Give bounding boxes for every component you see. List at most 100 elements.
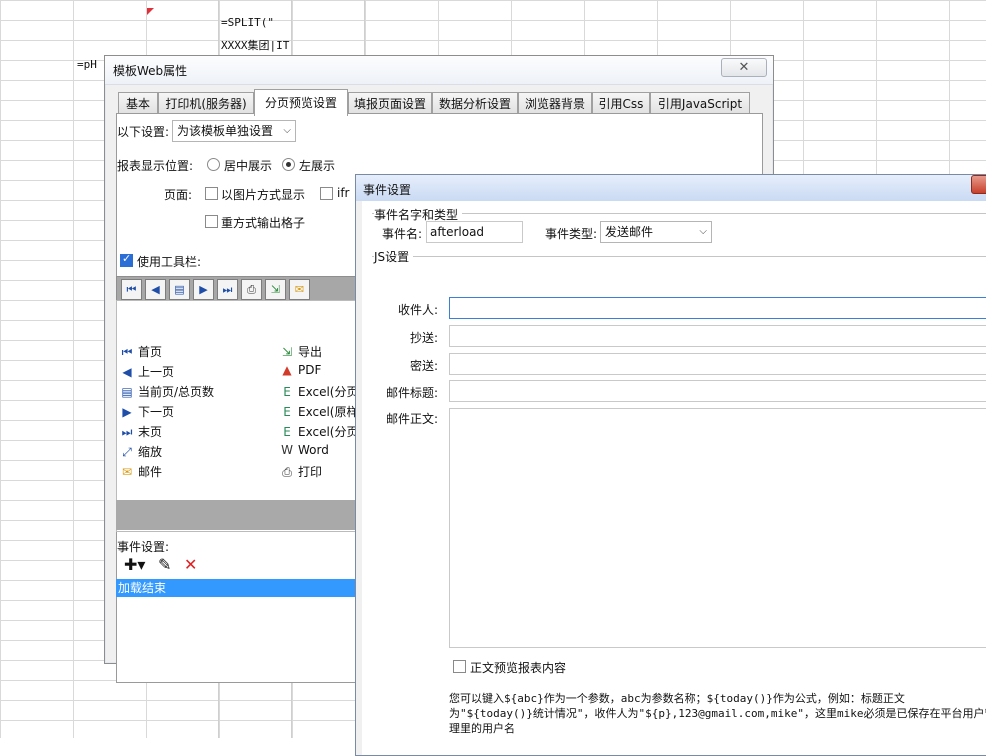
cc-input[interactable] xyxy=(449,325,986,347)
use-toolbar-checkbox[interactable] xyxy=(120,252,133,267)
list-item[interactable]: E Excel(分页 xyxy=(280,423,358,440)
page-count-icon: ▤ xyxy=(121,385,133,399)
event-list-item[interactable]: 加载结束 xyxy=(116,579,358,597)
settings-select[interactable]: 为该模板单独设置 ⌵ xyxy=(172,120,296,142)
group-title-js: JS设置 xyxy=(374,248,414,265)
iframe-label: ifr xyxy=(337,186,350,200)
radio-left-label: 左展示 xyxy=(299,159,336,173)
to-input[interactable] xyxy=(449,297,986,319)
print-icon[interactable]: ⎙ xyxy=(241,279,262,300)
mail-icon: ✉ xyxy=(121,465,133,479)
export-icon[interactable]: ⇲ xyxy=(265,279,286,300)
bcc-input[interactable] xyxy=(449,353,986,375)
list-item[interactable]: ◀ 上一页 xyxy=(120,363,174,380)
item-label: Excel(原样 xyxy=(298,405,359,419)
tab-basic[interactable]: 基本 xyxy=(118,92,158,115)
chevron-down-icon: ⌵ xyxy=(699,226,707,237)
event-type-select[interactable]: 发送邮件 ⌵ xyxy=(600,221,712,243)
last-page-icon[interactable]: ⏭ xyxy=(217,279,238,300)
tab-css[interactable]: 引用Css xyxy=(592,92,650,115)
next-page-icon: ▶ xyxy=(122,405,132,419)
cell-formula[interactable]: =SPLIT(" xyxy=(221,16,274,29)
repeat-output-checkbox[interactable] xyxy=(205,215,218,228)
cell-ph[interactable]: =pH xyxy=(77,58,97,71)
body-label: 邮件正文: xyxy=(386,412,439,426)
word-icon: W xyxy=(281,443,293,457)
dialog-title: 事件设置 xyxy=(363,183,412,197)
next-page-icon[interactable]: ▶ xyxy=(193,279,214,300)
bcc-label: 密送: xyxy=(410,359,439,373)
list-item[interactable]: ⤢ 缩放 xyxy=(120,443,162,460)
zoom-icon: ⤢ xyxy=(122,445,132,459)
event-name-label: 事件名: xyxy=(382,227,423,241)
page-label: 页面: xyxy=(164,188,193,202)
image-display-checkbox[interactable] xyxy=(205,187,218,200)
event-type-label: 事件类型: xyxy=(545,227,598,241)
chevron-down-icon: ⌵ xyxy=(283,125,291,136)
list-item[interactable]: ⏮ 首页 xyxy=(120,343,162,360)
tab-printer[interactable]: 打印机(服务器) xyxy=(158,92,254,115)
list-item[interactable]: ▶ 下一页 xyxy=(120,403,174,420)
help-text-line2: 为"${today()}统计情况"，收件人为"${p},123@gmail.co… xyxy=(449,707,986,720)
item-label: 首页 xyxy=(138,345,163,359)
item-label: Excel(分页 xyxy=(298,425,359,439)
add-event-icon[interactable]: ✚▾ xyxy=(124,555,145,574)
body-textarea[interactable] xyxy=(449,408,986,648)
item-label: 下一页 xyxy=(138,405,175,419)
radio-left[interactable] xyxy=(282,158,295,171)
tab-javascript[interactable]: 引用JavaScript xyxy=(650,92,750,115)
close-button[interactable] xyxy=(971,175,986,194)
list-item[interactable]: ▤ 当前页/总页数 xyxy=(120,383,214,400)
list-item[interactable]: ⇲ 导出 xyxy=(280,343,322,360)
image-display-label: 以图片方式显示 xyxy=(221,188,306,202)
list-item[interactable]: E Excel(分页 xyxy=(280,383,358,400)
dialog-titlebar: 事件设置 xyxy=(356,175,986,201)
subject-label: 邮件标题: xyxy=(386,386,439,400)
item-label: 导出 xyxy=(298,345,323,359)
list-item[interactable]: ⏭ 末页 xyxy=(120,423,162,440)
page-count-icon[interactable]: ▤ xyxy=(169,279,190,300)
settings-label: 以下设置: xyxy=(117,125,170,139)
toolbar-drop-area xyxy=(116,500,356,530)
close-button[interactable]: ✕ xyxy=(721,58,767,77)
item-label: 上一页 xyxy=(138,365,175,379)
delete-event-icon[interactable]: ✕ xyxy=(184,555,197,574)
first-page-icon[interactable]: ⏮ xyxy=(121,279,142,300)
item-label: Word xyxy=(298,443,329,457)
list-item[interactable]: E Excel(原样 xyxy=(280,403,358,420)
pdf-icon: ▲ xyxy=(282,363,292,377)
edit-event-icon[interactable]: ✎ xyxy=(158,555,171,574)
event-name-input[interactable]: afterload xyxy=(426,221,523,243)
excel-icon: E xyxy=(283,385,291,399)
to-label: 收件人: xyxy=(398,303,439,317)
prev-page-icon[interactable]: ◀ xyxy=(145,279,166,300)
use-toolbar-label: 使用工具栏: xyxy=(137,255,202,269)
last-page-icon: ⏭ xyxy=(121,425,133,439)
item-label: Excel(分页 xyxy=(298,385,359,399)
settings-value: 为该模板单独设置 xyxy=(177,124,274,138)
preview-content-checkbox[interactable] xyxy=(453,660,466,673)
list-item[interactable]: ▲ PDF xyxy=(280,363,321,377)
item-label: 末页 xyxy=(138,425,163,439)
mail-icon[interactable]: ✉ xyxy=(289,279,310,300)
item-label: 当前页/总页数 xyxy=(138,385,215,399)
item-label: 缩放 xyxy=(138,445,163,459)
help-text-line1: 您可以键入${abc}作为一个参数，abc为参数名称；${today()}作为公… xyxy=(449,692,905,705)
cell-group[interactable]: XXXX集团|IT xyxy=(221,37,289,53)
print-icon: ⎙ xyxy=(282,465,292,479)
subject-input[interactable] xyxy=(449,380,986,402)
tab-page-preview[interactable]: 分页预览设置 xyxy=(254,89,348,116)
export-icon: ⇲ xyxy=(281,345,293,359)
toolbar-preview: ⏮ ◀ ▤ ▶ ⏭ ⎙ ⇲ ✉ xyxy=(116,276,358,302)
tab-data-analysis[interactable]: 数据分析设置 xyxy=(432,92,518,115)
item-label: PDF xyxy=(298,363,322,377)
prev-page-icon: ◀ xyxy=(122,365,132,379)
cc-label: 抄送: xyxy=(410,331,439,345)
list-item[interactable]: ✉ 邮件 xyxy=(120,463,162,480)
list-item[interactable]: W Word xyxy=(280,443,329,457)
radio-center[interactable] xyxy=(207,158,220,171)
tab-fill-page[interactable]: 填报页面设置 xyxy=(348,92,432,115)
list-item[interactable]: ⎙ 打印 xyxy=(280,463,322,480)
tab-browser-bg[interactable]: 浏览器背景 xyxy=(518,92,592,115)
iframe-checkbox[interactable] xyxy=(320,187,333,200)
